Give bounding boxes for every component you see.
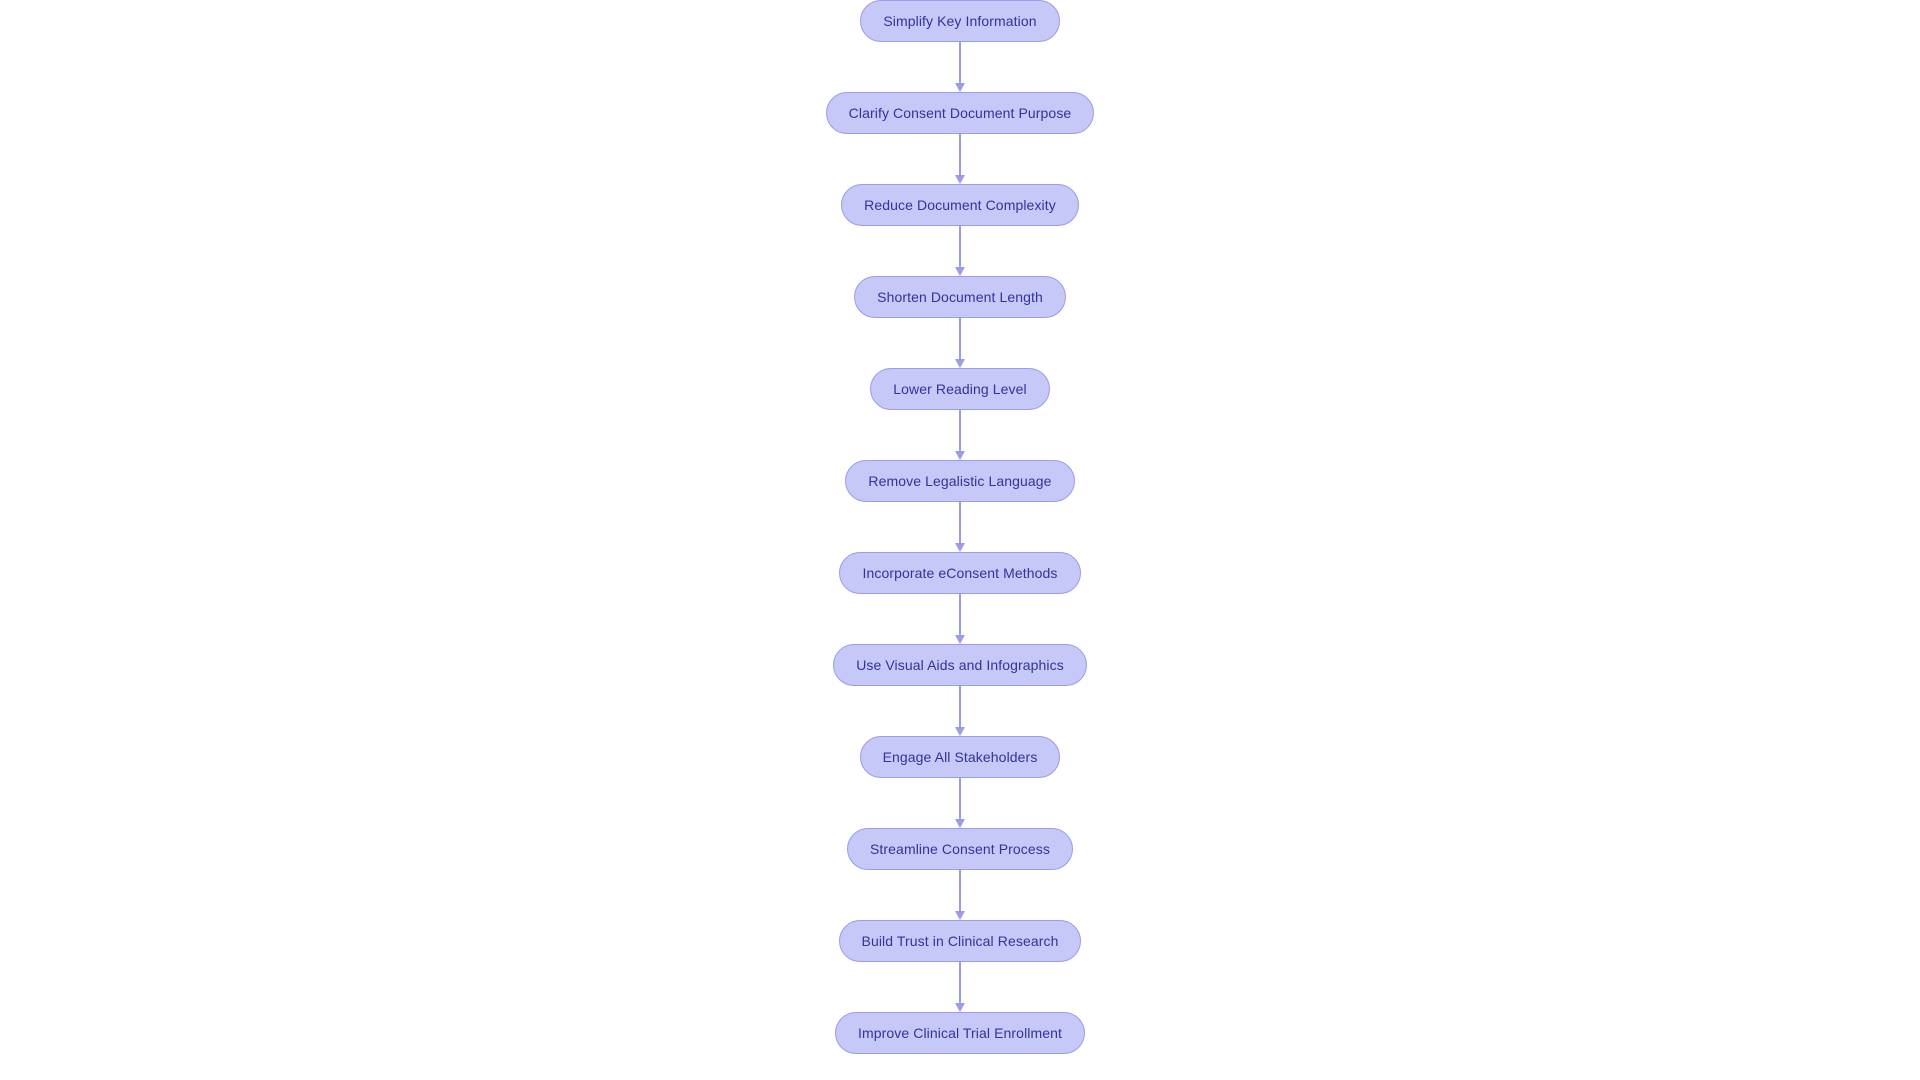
- flow-node-clarify-consent-document-purpose[interactable]: Clarify Consent Document Purpose: [825, 92, 1095, 134]
- arrowhead-icon: [955, 267, 965, 276]
- flow-node-incorporate-econsent-methods[interactable]: Incorporate eConsent Methods: [839, 552, 1081, 594]
- arrowhead-icon: [955, 635, 965, 644]
- connector-line: [959, 778, 961, 820]
- connector-line: [959, 686, 961, 728]
- arrowhead-icon: [955, 451, 965, 460]
- flow-node-label: Shorten Document Length: [877, 289, 1043, 305]
- connector-line: [959, 870, 961, 912]
- arrowhead-icon: [955, 175, 965, 184]
- flow-connector-arrow: [953, 594, 967, 644]
- flow-connector-arrow: [953, 778, 967, 828]
- flow-node-remove-legalistic-language[interactable]: Remove Legalistic Language: [845, 460, 1075, 502]
- flow-node-improve-clinical-trial-enrollment[interactable]: Improve Clinical Trial Enrollment: [834, 1012, 1086, 1054]
- flow-connector-arrow: [953, 134, 967, 184]
- flow-connector-arrow: [953, 502, 967, 552]
- flow-node-label: Remove Legalistic Language: [868, 473, 1052, 489]
- connector-line: [959, 502, 961, 544]
- arrowhead-icon: [955, 819, 965, 828]
- flow-connector-arrow: [953, 686, 967, 736]
- flow-node-label: Use Visual Aids and Infographics: [856, 657, 1064, 673]
- flow-node-label: Lower Reading Level: [893, 381, 1027, 397]
- flow-connector-arrow: [953, 962, 967, 1012]
- flow-node-simplify-key-information[interactable]: Simplify Key Information: [860, 0, 1060, 42]
- flow-node-label: Build Trust in Clinical Research: [861, 933, 1059, 949]
- arrowhead-icon: [955, 727, 965, 736]
- flow-connector-arrow: [953, 410, 967, 460]
- flowchart-canvas: Simplify Key Information Clarify Consent…: [0, 0, 1920, 1080]
- flow-connector-arrow: [953, 42, 967, 92]
- flow-node-label: Simplify Key Information: [883, 13, 1037, 29]
- connector-line: [959, 410, 961, 452]
- flow-connector-arrow: [953, 318, 967, 368]
- flow-node-lower-reading-level[interactable]: Lower Reading Level: [870, 368, 1050, 410]
- flow-node-use-visual-aids-and-infographics[interactable]: Use Visual Aids and Infographics: [833, 644, 1087, 686]
- arrowhead-icon: [955, 83, 965, 92]
- arrowhead-icon: [955, 543, 965, 552]
- arrowhead-icon: [955, 1003, 965, 1012]
- flow-node-reduce-document-complexity[interactable]: Reduce Document Complexity: [841, 184, 1079, 226]
- connector-line: [959, 42, 961, 84]
- arrowhead-icon: [955, 359, 965, 368]
- flow-node-engage-all-stakeholders[interactable]: Engage All Stakeholders: [859, 736, 1061, 778]
- connector-line: [959, 226, 961, 268]
- flow-node-label: Reduce Document Complexity: [864, 197, 1056, 213]
- flow-connector-arrow: [953, 226, 967, 276]
- flow-node-label: Clarify Consent Document Purpose: [848, 105, 1072, 121]
- flowchart-node-column: Simplify Key Information Clarify Consent…: [0, 0, 1920, 1080]
- arrowhead-icon: [955, 911, 965, 920]
- flow-node-build-trust-in-clinical-research[interactable]: Build Trust in Clinical Research: [838, 920, 1082, 962]
- flow-node-label: Improve Clinical Trial Enrollment: [857, 1025, 1063, 1041]
- flow-node-shorten-document-length[interactable]: Shorten Document Length: [854, 276, 1066, 318]
- flow-connector-arrow: [953, 870, 967, 920]
- connector-line: [959, 318, 961, 360]
- connector-line: [959, 134, 961, 176]
- connector-line: [959, 594, 961, 636]
- connector-line: [959, 962, 961, 1004]
- flow-node-label: Incorporate eConsent Methods: [862, 565, 1058, 581]
- flow-node-label: Streamline Consent Process: [869, 841, 1050, 857]
- flow-node-label: Engage All Stakeholders: [882, 749, 1038, 765]
- flow-node-streamline-consent-process[interactable]: Streamline Consent Process: [846, 828, 1073, 870]
